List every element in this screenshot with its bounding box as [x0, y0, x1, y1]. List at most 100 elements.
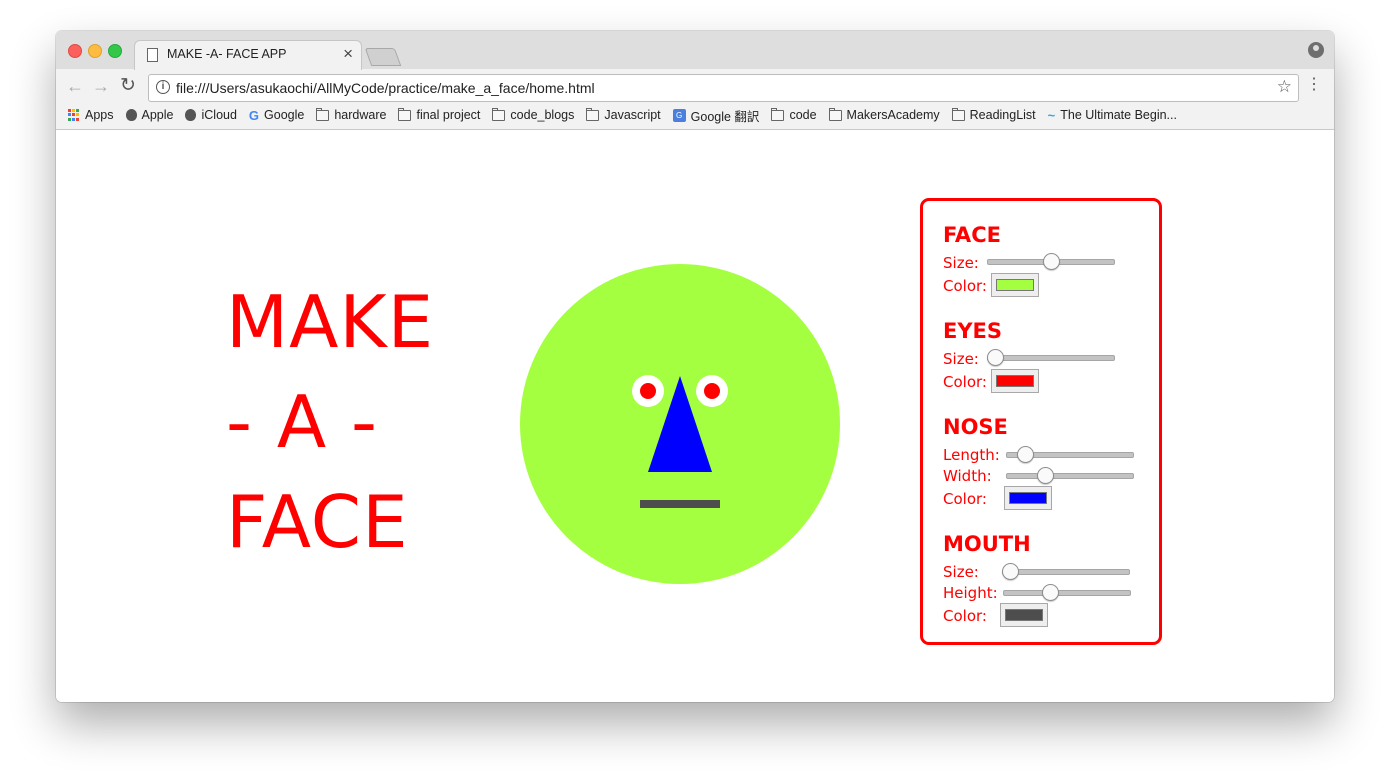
bookmark-code-blogs[interactable]: code_blogs [492, 106, 574, 124]
face-color-label: Color: [943, 277, 987, 295]
bookmark-label: code [789, 108, 817, 122]
bookmark-code[interactable]: code [771, 106, 817, 124]
back-icon[interactable]: ← [66, 75, 84, 97]
forward-icon[interactable]: → [92, 75, 110, 97]
nose-section-title: NOSE [943, 415, 1008, 439]
page-title: MAKE - A - FACE [226, 272, 434, 572]
mouth-height-slider[interactable] [1003, 584, 1131, 601]
folder-icon [586, 107, 600, 121]
minimize-window-button[interactable] [88, 44, 102, 58]
mouth-height-label: Height: [943, 584, 998, 602]
bookmark-label: ReadingList [969, 108, 1036, 122]
bookmark-label: iCloud [201, 108, 237, 122]
mouth-height-knob[interactable] [1042, 584, 1060, 601]
folder-icon [398, 107, 412, 121]
folder-icon [316, 107, 330, 121]
bookmark-readinglist[interactable]: ReadingList [951, 106, 1036, 124]
right-eye-pupil [704, 383, 720, 399]
eyes-size-knob[interactable] [987, 349, 1004, 366]
control-panel: FACE Size: Color: EYES Size: Color: NOSE… [920, 198, 1162, 645]
face-size-slider[interactable] [987, 253, 1115, 270]
nose-length-knob[interactable] [1017, 446, 1035, 463]
link-icon: ~ [1047, 107, 1056, 123]
tab-close-icon[interactable]: × [343, 44, 353, 64]
left-eye-pupil [640, 383, 656, 399]
bookmark-ultimate-beginner[interactable]: ~ The Ultimate Begin... [1048, 106, 1177, 124]
bookmark-label: Apple [141, 108, 174, 122]
nose-color-picker[interactable] [1004, 486, 1052, 510]
mouth-section-title: MOUTH [943, 532, 1031, 556]
mouth-size-label: Size: [943, 563, 979, 581]
nose-color-label: Color: [943, 490, 987, 508]
face-canvas [520, 264, 840, 584]
eyes-size-slider[interactable] [987, 349, 1115, 366]
nose-length-slider[interactable] [1006, 446, 1134, 463]
bookmarks-bar: Apps Apple iCloud G Google hardware fina… [68, 106, 1189, 124]
eyes-color-swatch [996, 375, 1034, 387]
apple-icon [185, 109, 197, 121]
mouth-color-picker[interactable] [1000, 603, 1048, 627]
bookmark-label: Apps [85, 108, 114, 122]
reload-icon[interactable]: ↻ [120, 75, 136, 97]
eyes-color-label: Color: [943, 373, 987, 391]
folder-icon [492, 107, 506, 121]
eyes-section-title: EYES [943, 319, 1003, 343]
browser-chrome: MAKE -A- FACE APP × ← → ↻ i file:///User… [56, 31, 1334, 130]
bookmark-hardware[interactable]: hardware [316, 106, 386, 124]
translate-icon: G [672, 108, 686, 122]
mouth-color-label: Color: [943, 607, 987, 625]
mouth-size-knob[interactable] [1002, 563, 1019, 580]
tab-title: MAKE -A- FACE APP [167, 47, 287, 61]
bookmark-label: final project [416, 108, 481, 122]
bookmark-google-translate[interactable]: G Google 翻訳 [672, 106, 760, 124]
url-text[interactable]: file:///Users/asukaochi/AllMyCode/practi… [176, 80, 595, 96]
nose-length-label: Length: [943, 446, 1000, 464]
nose-width-slider[interactable] [1006, 467, 1134, 484]
mouth-bar [640, 500, 720, 508]
folder-icon [828, 107, 842, 121]
face-color-picker[interactable] [991, 273, 1039, 297]
eyes-color-picker[interactable] [991, 369, 1039, 393]
nose-color-swatch [1009, 492, 1047, 504]
bookmark-label: The Ultimate Begin... [1060, 108, 1177, 122]
document-icon [147, 48, 158, 62]
title-line-face: FACE [226, 480, 409, 564]
address-bar[interactable]: i file:///Users/asukaochi/AllMyCode/prac… [148, 74, 1299, 102]
bookmark-label: MakersAcademy [846, 108, 940, 122]
tab-active[interactable]: MAKE -A- FACE APP × [134, 40, 362, 70]
eyes-size-label: Size: [943, 350, 979, 368]
profile-icon[interactable] [1308, 42, 1324, 58]
mouth-color-swatch [1005, 609, 1043, 621]
face-size-label: Size: [943, 254, 979, 272]
mouth-size-slider[interactable] [1002, 563, 1130, 580]
browser-menu-icon[interactable]: ⋮ [1306, 77, 1322, 93]
tab-strip: MAKE -A- FACE APP × [56, 31, 1334, 70]
bookmark-label: code_blogs [510, 108, 575, 122]
bookmark-javascript[interactable]: Javascript [586, 106, 661, 124]
bookmark-star-icon[interactable]: ☆ [1277, 77, 1292, 97]
nose-width-label: Width: [943, 467, 992, 485]
bookmark-makersacademy[interactable]: MakersAcademy [828, 106, 940, 124]
bookmark-label: hardware [334, 108, 387, 122]
close-window-button[interactable] [68, 44, 82, 58]
bookmark-apple[interactable]: Apple [125, 106, 174, 124]
face-color-swatch [996, 279, 1034, 291]
face-size-knob[interactable] [1043, 253, 1060, 270]
bookmark-google[interactable]: G Google [249, 106, 304, 124]
bookmark-apps[interactable]: Apps [68, 106, 114, 124]
apps-grid-icon [68, 109, 80, 121]
new-tab-button[interactable] [364, 48, 402, 66]
bookmark-label: Javascript [604, 108, 661, 122]
title-line-make: MAKE [226, 280, 435, 364]
info-icon[interactable]: i [156, 80, 170, 94]
bookmark-final-project[interactable]: final project [398, 106, 480, 124]
nose-width-knob[interactable] [1037, 467, 1055, 484]
google-icon: G [248, 107, 260, 123]
bookmark-icloud[interactable]: iCloud [185, 106, 237, 124]
zoom-window-button[interactable] [108, 44, 122, 58]
apple-icon [125, 109, 137, 121]
title-line-a: - A - [226, 380, 378, 464]
face-section-title: FACE [943, 223, 1001, 247]
bookmark-label: Google 翻訳 [690, 109, 760, 124]
bookmark-label: Google [264, 108, 305, 122]
